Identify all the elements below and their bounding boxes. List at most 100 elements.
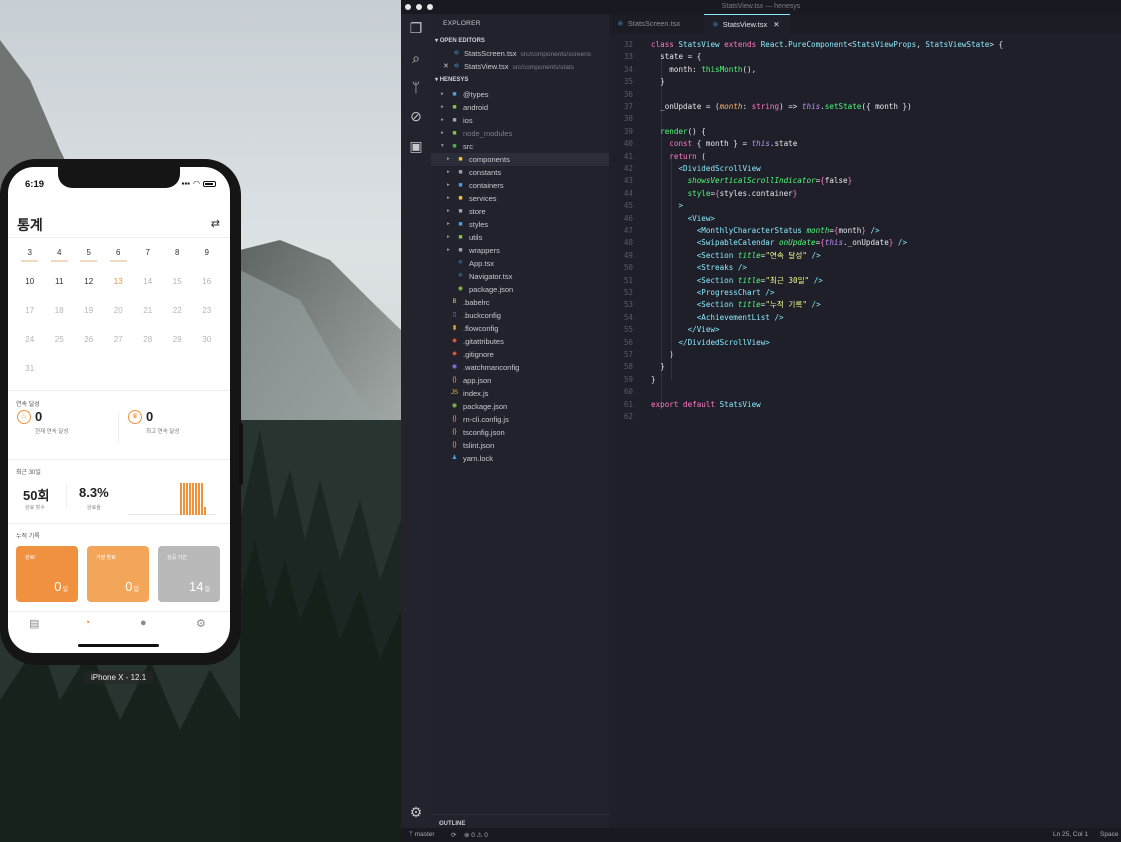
code-line[interactable]: 55 </View>: [609, 324, 1121, 336]
calendar-day[interactable]: 11: [45, 274, 75, 303]
code-line[interactable]: 62: [609, 411, 1121, 423]
code-line[interactable]: 41 return (: [609, 151, 1121, 163]
git-branch[interactable]: ᛘ master: [409, 831, 435, 838]
chat-tab-icon[interactable]: ●: [140, 617, 147, 629]
folder-item[interactable]: ▸ ■ @types: [431, 88, 609, 101]
open-editors-header[interactable]: ▾ OPEN EDITORS: [435, 37, 485, 44]
calendar-day[interactable]: 6: [104, 245, 134, 274]
calendar-day[interactable]: 16: [192, 274, 222, 303]
calendar-day[interactable]: 15: [163, 274, 193, 303]
calendar-day[interactable]: 14: [133, 274, 163, 303]
tab-stats-screen[interactable]: ⚛ StatsScreen.tsx: [609, 14, 690, 34]
code-line[interactable]: 37 _onUpdate = (month: string) => this.s…: [609, 101, 1121, 113]
calendar-day[interactable]: 22: [163, 303, 193, 332]
file-item[interactable]: ⚛ App.tsx: [431, 257, 609, 270]
file-item[interactable]: {} tsconfig.json: [431, 426, 609, 439]
debug-icon[interactable]: ⊘: [408, 108, 424, 124]
swap-icon[interactable]: ⇄: [211, 217, 220, 230]
folder-item[interactable]: ▾ ■ src: [431, 140, 609, 153]
sync-icon[interactable]: ⟳: [451, 831, 456, 839]
code-line[interactable]: 43 showsVerticalScrollIndicator={false}: [609, 175, 1121, 187]
gear-icon[interactable]: ⚙: [408, 804, 424, 820]
calendar-day[interactable]: 23: [192, 303, 222, 332]
code-line[interactable]: 54 <AchievementList />: [609, 312, 1121, 324]
settings-tab-icon[interactable]: ⚙: [196, 617, 206, 630]
file-item[interactable]: ◆ .gitattributes: [431, 335, 609, 348]
file-item[interactable]: ◉ .watchmanconfig: [431, 361, 609, 374]
code-line[interactable]: 32 class StatsView extends React.PureComp…: [609, 39, 1121, 51]
file-item[interactable]: JS index.js: [431, 387, 609, 400]
cursor-position[interactable]: Ln 25, Col 1: [1053, 831, 1088, 838]
calendar-day[interactable]: 29: [163, 332, 193, 361]
calendar-day[interactable]: 18: [45, 303, 75, 332]
workspace-header[interactable]: ▾ HENESYS: [435, 76, 468, 83]
open-editor-item[interactable]: ✕ ⚛ StatsView.tsx src/components/stats: [431, 60, 609, 73]
file-item[interactable]: ▯ .buckconfig: [431, 309, 609, 322]
code-line[interactable]: 46 <View>: [609, 213, 1121, 225]
calendar-day[interactable]: 25: [45, 332, 75, 361]
file-item[interactable]: ♟ yarn.lock: [431, 452, 609, 465]
file-item[interactable]: {} rn-cli.config.js: [431, 413, 609, 426]
code-line[interactable]: 50 <Streaks />: [609, 262, 1121, 274]
calendar-day[interactable]: 9: [192, 245, 222, 274]
code-line[interactable]: 34 month: thisMonth(),: [609, 64, 1121, 76]
folder-item[interactable]: ▸ ■ utils: [431, 231, 609, 244]
calendar-day[interactable]: 3: [15, 245, 45, 274]
code-line[interactable]: 53 <Section title="누적 기록" />: [609, 299, 1121, 311]
tab-stats-view[interactable]: ⚛ StatsView.tsx ✕: [704, 14, 790, 34]
file-item[interactable]: ▮ .flowconfig: [431, 322, 609, 335]
code-line[interactable]: 56 </DividedScrollView>: [609, 337, 1121, 349]
source-control-icon[interactable]: ᛘ: [408, 79, 424, 95]
code-line[interactable]: 40 const { month } = this.state: [609, 138, 1121, 150]
code-line[interactable]: 52 <ProgressChart />: [609, 287, 1121, 299]
folder-item[interactable]: ▸ ■ services: [431, 192, 609, 205]
code-line[interactable]: 45 >: [609, 200, 1121, 212]
code-line[interactable]: 47 <MonthlyCharacterStatus month={month}…: [609, 225, 1121, 237]
folder-item[interactable]: ▸ ■ store: [431, 205, 609, 218]
achievement-card[interactable]: 완료! 0일: [16, 546, 78, 602]
calendar-day[interactable]: 31: [15, 361, 45, 390]
calendar-day[interactable]: 8: [163, 245, 193, 274]
calendar-day[interactable]: 10: [15, 274, 45, 303]
folder-item[interactable]: ▸ ■ wrappers: [431, 244, 609, 257]
code-line[interactable]: 60: [609, 386, 1121, 398]
code-line[interactable]: 44 style={styles.container}: [609, 188, 1121, 200]
calendar-day[interactable]: 24: [15, 332, 45, 361]
calendar-day[interactable]: 20: [104, 303, 134, 332]
code-line[interactable]: 39 render() {: [609, 126, 1121, 138]
folder-item[interactable]: ▸ ■ styles: [431, 218, 609, 231]
folder-item[interactable]: ▸ ■ ios: [431, 114, 609, 127]
code-line[interactable]: 38: [609, 113, 1121, 125]
calendar-day[interactable]: 26: [74, 332, 104, 361]
calendar-day[interactable]: 19: [74, 303, 104, 332]
code-line[interactable]: 33 state = {: [609, 51, 1121, 63]
folder-item[interactable]: ▸ ■ containers: [431, 179, 609, 192]
extensions-icon[interactable]: ▣: [408, 138, 424, 154]
code-line[interactable]: 51 <Section title="최근 30일" />: [609, 275, 1121, 287]
files-icon[interactable]: ❐: [408, 20, 424, 36]
close-icon[interactable]: ✕: [773, 20, 779, 29]
file-item[interactable]: ◉ package.json: [431, 283, 609, 296]
file-item[interactable]: ◆ .gitignore: [431, 348, 609, 361]
calendar-day[interactable]: 21: [133, 303, 163, 332]
calendar-day[interactable]: 5: [74, 245, 104, 274]
code-editor[interactable]: 32 class StatsView extends React.PureComp…: [609, 34, 1121, 828]
code-line[interactable]: 48 <SwipableCalendar onUpdate={this._onU…: [609, 237, 1121, 249]
indentation[interactable]: Space: [1100, 831, 1118, 838]
calendar-day[interactable]: 28: [133, 332, 163, 361]
open-editor-item[interactable]: ⚛ StatsScreen.tsx src/components/screens: [431, 47, 609, 60]
close-icon[interactable]: ✕: [443, 60, 449, 73]
calendar-day[interactable]: 4: [45, 245, 75, 274]
calendar-day[interactable]: 7: [133, 245, 163, 274]
code-line[interactable]: 57 ): [609, 349, 1121, 361]
file-item[interactable]: ◉ package.json: [431, 400, 609, 413]
calendar-day[interactable]: 27: [104, 332, 134, 361]
calendar-day[interactable]: 13: [104, 274, 134, 303]
code-line[interactable]: 61 export default StatsView: [609, 399, 1121, 411]
code-line[interactable]: 42 <DividedScrollView: [609, 163, 1121, 175]
folder-item[interactable]: ▸ ■ node_modules: [431, 127, 609, 140]
file-item[interactable]: B .babelrc: [431, 296, 609, 309]
code-line[interactable]: 49 <Section title="연속 달성" />: [609, 250, 1121, 262]
calendar[interactable]: 3 4 5 6 7 8 9 10 11 12 13 14 15 16 17 18 19 20 21 22 23 24 25 2…: [15, 245, 223, 390]
folder-item[interactable]: ▸ ■ components: [431, 153, 609, 166]
